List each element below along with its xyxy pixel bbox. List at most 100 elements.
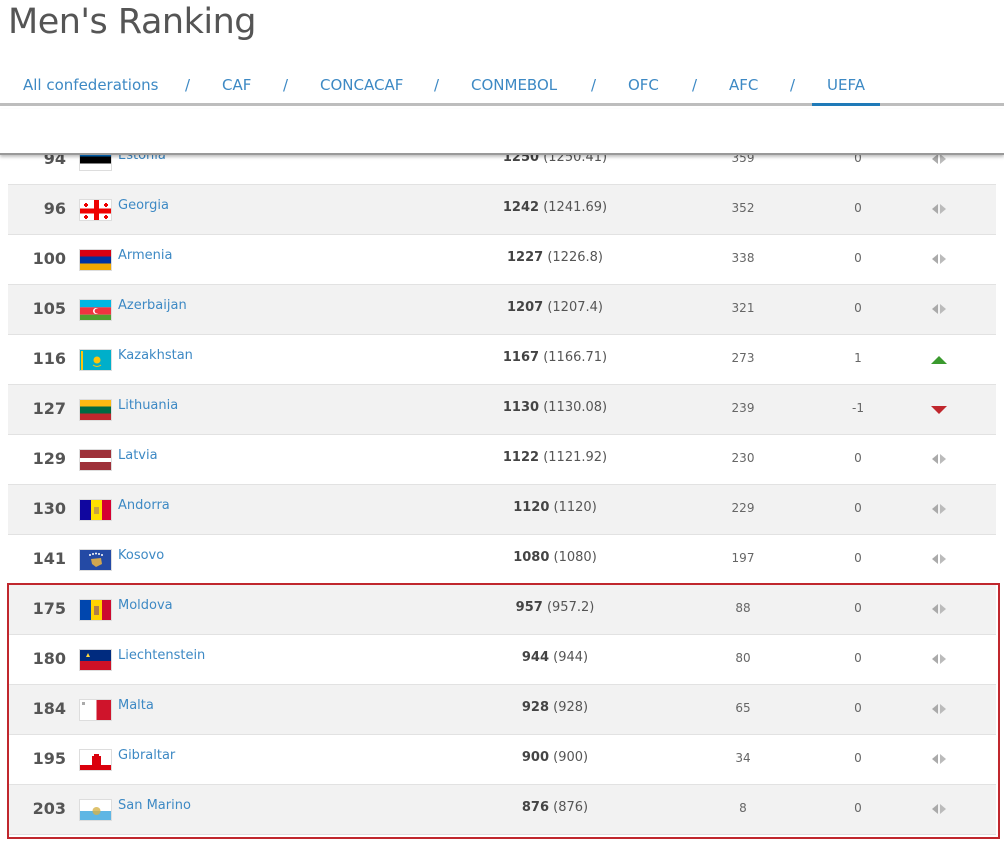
rank-change: -1 — [852, 401, 864, 415]
previous-points: 229 — [731, 501, 755, 515]
flag-azerbaijan-icon — [79, 299, 112, 321]
table-row: 116 Kazakhstan 1167 (1166.71) 273 1 — [8, 335, 996, 385]
points: 876 — [521, 800, 550, 815]
previous-points: 273 — [731, 351, 755, 365]
table-row: 130 Andorra 1120 (1120) 229 0 — [8, 485, 996, 535]
tab-separator: / — [434, 76, 440, 94]
table-row: 141 Kosovo 1080 (1080) 197 0 — [8, 535, 996, 585]
total-points: 1242 (1241.69) — [503, 200, 607, 215]
rank-change: 0 — [854, 451, 862, 465]
flag-andorra-icon — [79, 499, 112, 521]
trend-neutral-icon — [930, 701, 948, 715]
points: 1207 — [507, 300, 544, 315]
team-link[interactable]: Lithuania — [118, 398, 178, 413]
tab-separator: / — [591, 76, 597, 94]
rank-change: 0 — [854, 701, 862, 715]
points: 1167 — [502, 350, 540, 365]
trend-neutral-icon — [930, 201, 948, 215]
flag-malta-icon — [79, 699, 112, 721]
previous-points: 338 — [731, 251, 755, 265]
previous-points: 352 — [731, 201, 755, 215]
points-exact: (1226.8) — [547, 250, 603, 265]
tab-caf[interactable]: CAF — [222, 76, 251, 94]
points-exact: (900) — [553, 750, 589, 765]
previous-points: 8 — [739, 801, 747, 815]
rank: 96 — [43, 199, 66, 218]
trend-neutral-icon — [930, 301, 948, 315]
rank-change: 1 — [854, 351, 862, 365]
trend-neutral-icon — [930, 551, 948, 565]
previous-points: 88 — [735, 601, 751, 615]
flag-lithuania-icon — [79, 399, 112, 421]
tab-separator: / — [185, 76, 191, 94]
rank: 116 — [32, 349, 66, 368]
total-points: 1130 (1130.08) — [503, 400, 607, 415]
points: 957 — [515, 600, 543, 615]
rank-change: 0 — [854, 251, 862, 265]
table-row: 127 Lithuania 1130 (1130.08) 239 -1 — [8, 385, 996, 435]
flag-kazakhstan-icon — [79, 349, 112, 371]
rank: 184 — [32, 699, 66, 718]
team-link[interactable]: Andorra — [118, 498, 170, 513]
team-link[interactable]: Moldova — [118, 598, 173, 613]
total-points: 1122 (1121.92) — [503, 450, 607, 465]
team-link[interactable]: Armenia — [118, 248, 173, 263]
points-exact: (1120) — [553, 500, 597, 515]
tab-uefa[interactable]: UEFA — [827, 76, 865, 94]
total-points: 928 (928) — [522, 700, 588, 715]
rank: 141 — [32, 549, 66, 568]
flag-kosovo-icon — [79, 549, 112, 571]
tab-afc[interactable]: AFC — [729, 76, 758, 94]
trend-up-icon — [930, 351, 948, 365]
team-link[interactable]: Georgia — [118, 198, 169, 213]
trend-neutral-icon — [930, 801, 948, 815]
table-row: 203 San Marino 876 (876) 8 0 — [8, 785, 996, 835]
tab-ofc[interactable]: OFC — [628, 76, 659, 94]
tab-concacaf[interactable]: CONCACAF — [320, 76, 403, 94]
team-link[interactable]: Kazakhstan — [118, 348, 193, 363]
active-tab-indicator — [812, 103, 880, 106]
points-exact: (944) — [553, 650, 589, 665]
trend-neutral-icon — [930, 501, 948, 515]
points: 1080 — [513, 550, 550, 565]
rank-change: 0 — [854, 601, 862, 615]
trend-neutral-icon — [930, 751, 948, 765]
rank: 130 — [32, 499, 66, 518]
tab-all-confederations[interactable]: All confederations — [23, 76, 158, 94]
rank-change: 0 — [854, 801, 862, 815]
team-link[interactable]: Azerbaijan — [118, 298, 187, 313]
team-link[interactable]: Gibraltar — [118, 748, 175, 763]
confederation-tabs: All confederations / CAF / CONCACAF / CONMEBOL… — [0, 70, 1004, 106]
team-link[interactable]: Liechtenstein — [118, 648, 205, 663]
team-link[interactable]: Kosovo — [118, 548, 164, 563]
previous-points: 197 — [731, 551, 755, 565]
rank-change: 0 — [854, 551, 862, 565]
previous-points: 34 — [735, 751, 751, 765]
points: 944 — [521, 650, 550, 665]
table-row: 180 Liechtenstein 944 (944) 80 0 — [8, 635, 996, 685]
table-row: 175 Moldova 957 (957.2) 88 0 — [8, 585, 996, 635]
rank-change: 0 — [854, 201, 862, 215]
trend-neutral-icon — [930, 601, 948, 615]
team-link[interactable]: San Marino — [118, 798, 191, 813]
points-exact: (1121.92) — [543, 450, 608, 465]
rank: 180 — [32, 649, 66, 668]
trend-neutral-icon — [930, 451, 948, 465]
table-row: 100 Armenia 1227 (1226.8) 338 0 — [8, 235, 996, 285]
team-link[interactable]: Latvia — [118, 448, 158, 463]
flag-moldova-icon — [79, 599, 112, 621]
tab-conmebol[interactable]: CONMEBOL — [471, 76, 557, 94]
team-link[interactable]: Malta — [118, 698, 154, 713]
table-row: 105 Azerbaijan 1207 (1207.4) 321 0 — [8, 285, 996, 335]
rank-change: 0 — [854, 501, 862, 515]
points-exact: (1166.71) — [543, 350, 608, 365]
table-row: 96 Georgia 1242 (1241.69) 352 0 — [8, 185, 996, 235]
total-points: 1120 (1120) — [513, 500, 597, 515]
trend-neutral-icon — [930, 651, 948, 665]
rank: 203 — [32, 799, 66, 818]
rank-change: 0 — [854, 301, 862, 315]
rank: 129 — [32, 449, 66, 468]
total-points: 876 (876) — [522, 800, 588, 815]
rank: 100 — [32, 249, 66, 268]
points: 928 — [521, 700, 550, 715]
